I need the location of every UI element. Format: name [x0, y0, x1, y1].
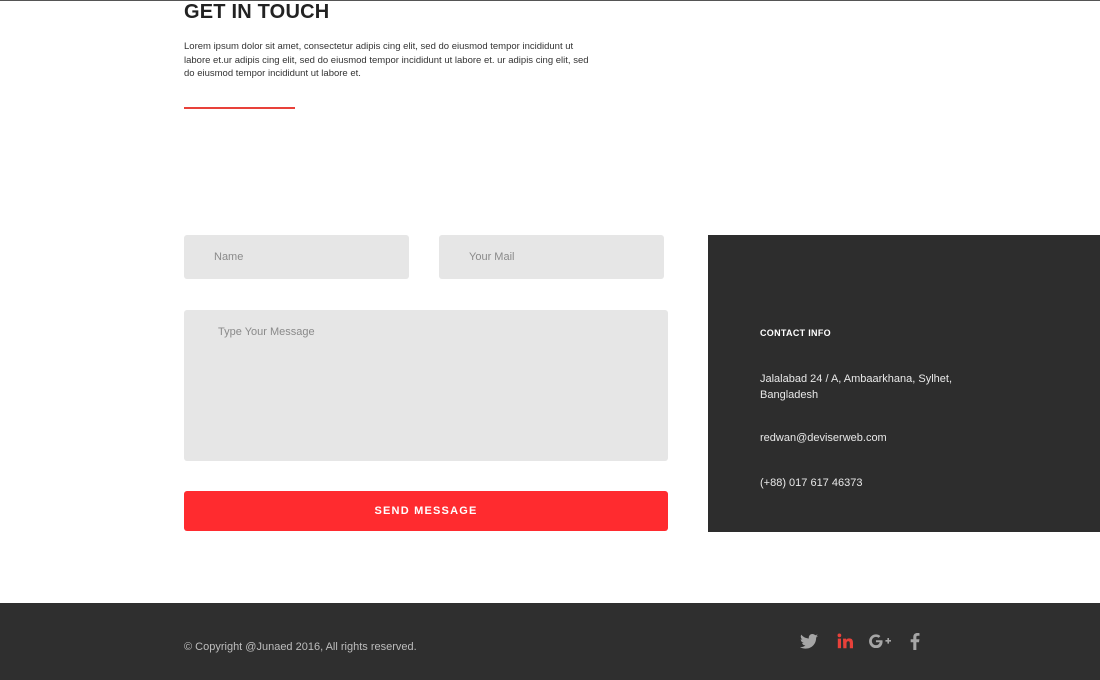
send-message-button[interactable]: SEND MESSAGE [184, 491, 668, 531]
contact-email: redwan@deviserweb.com [760, 432, 887, 444]
google-plus-icon[interactable] [868, 631, 892, 651]
section-description: Lorem ipsum dolor sit amet, consectetur … [184, 41, 589, 80]
title-underline [184, 107, 295, 109]
email-input[interactable] [439, 235, 664, 279]
message-textarea[interactable] [184, 310, 668, 461]
contact-phone: (+88) 017 617 46373 [760, 477, 863, 489]
section-title: GET IN TOUCH [184, 1, 330, 23]
linkedin-icon[interactable] [833, 631, 857, 651]
top-divider [0, 0, 1100, 1]
name-input[interactable] [184, 235, 409, 279]
contact-address: Jalalabad 24 / A, Ambaarkhana, Sylhet, B… [760, 373, 953, 401]
copyright-text: © Copyright @Junaed 2016, All rights res… [184, 641, 417, 653]
contact-info-title: CONTACT INFO [760, 328, 831, 338]
footer: © Copyright @Junaed 2016, All rights res… [0, 603, 1100, 680]
contact-info-panel: CONTACT INFO Jalalabad 24 / A, Ambaarkha… [708, 235, 1100, 532]
twitter-icon[interactable] [797, 631, 821, 651]
facebook-icon[interactable] [903, 631, 927, 651]
